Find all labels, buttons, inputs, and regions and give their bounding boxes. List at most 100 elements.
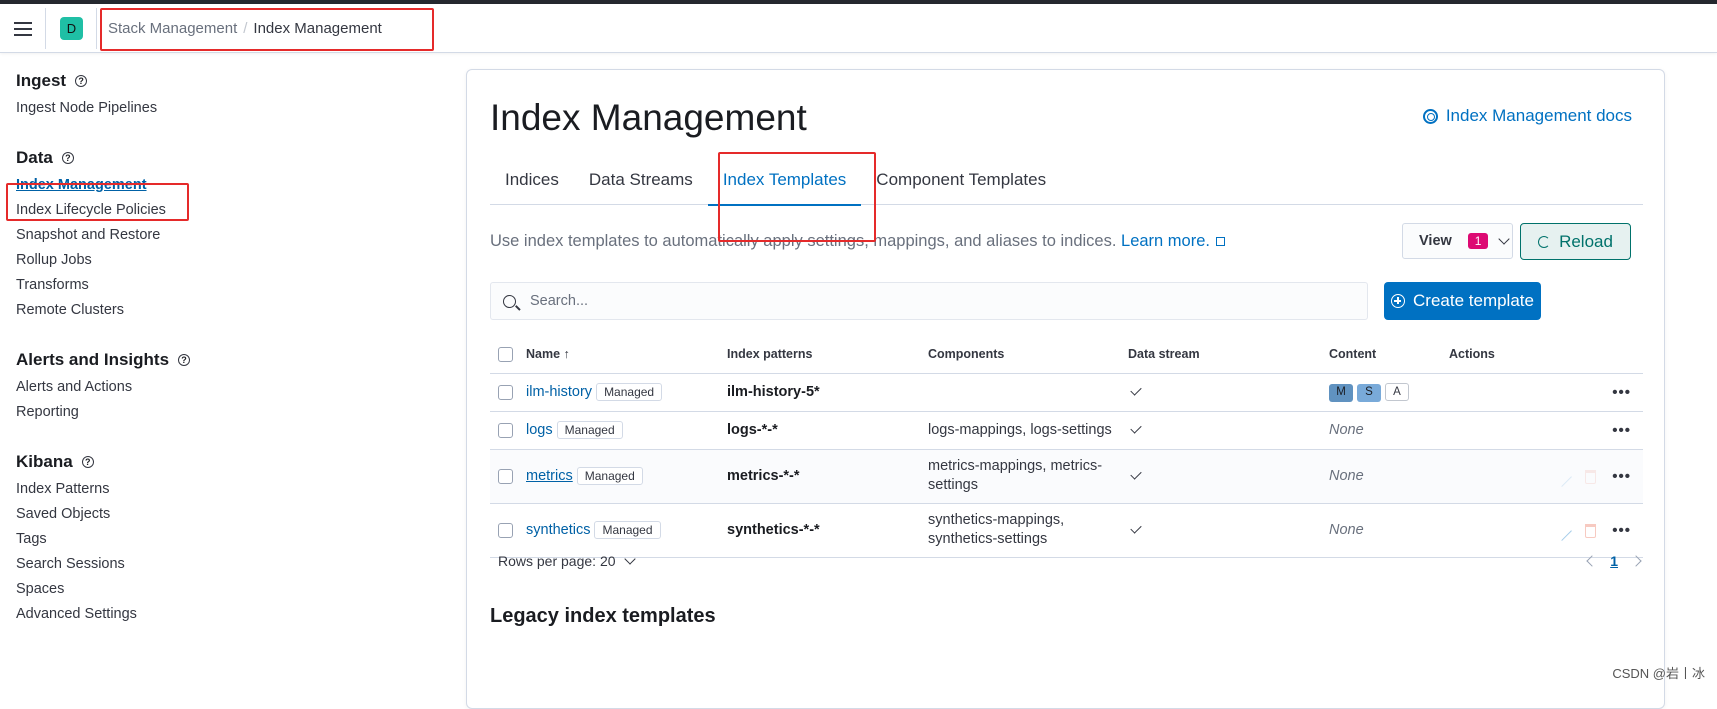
nav-group-kibana: Kibana? Index Patterns Saved Objects Tag… — [16, 447, 436, 627]
template-name-link[interactable]: synthetics — [526, 522, 590, 538]
content-settings-badge: S — [1357, 383, 1381, 402]
components-cell: synthetics-mappings, synthetics-settings — [928, 512, 1065, 547]
nav-group-ingest: Ingest? Ingest Node Pipelines — [16, 66, 436, 121]
next-page-icon[interactable] — [1630, 555, 1642, 567]
row-checkbox[interactable] — [498, 468, 513, 484]
more-actions-icon[interactable]: ••• — [1612, 422, 1631, 439]
row-checkbox[interactable] — [498, 384, 513, 400]
more-actions-icon[interactable]: ••• — [1612, 468, 1631, 485]
chevron-down-icon — [1498, 232, 1511, 245]
help-icon[interactable]: ? — [81, 456, 94, 468]
description-text: Use index templates to automatically app… — [490, 232, 1117, 250]
sidebar-item-index-lifecycle-policies[interactable]: Index Lifecycle Policies — [16, 198, 436, 223]
legacy-templates-heading: Legacy index templates — [490, 605, 716, 627]
previous-page-icon[interactable] — [1586, 555, 1598, 567]
docs-link[interactable]: Index Management docs — [1422, 106, 1632, 126]
managed-badge: Managed — [576, 467, 643, 485]
delete-icon[interactable] — [1585, 469, 1597, 484]
sidebar-item-tags[interactable]: Tags — [16, 527, 436, 552]
content-none: None — [1329, 422, 1364, 438]
table-row: metrics Managed metrics-*-* metrics-mappi… — [490, 449, 1643, 504]
sidebar-item-spaces[interactable]: Spaces — [16, 577, 436, 602]
rows-per-page-selector[interactable]: Rows per page: 20 — [498, 552, 636, 569]
external-link-icon — [1215, 237, 1225, 247]
reload-label: Reload — [1559, 231, 1613, 251]
header-divider — [96, 8, 97, 49]
template-name-link[interactable]: logs — [526, 422, 553, 438]
help-icon[interactable]: ? — [75, 75, 88, 87]
managed-badge: Managed — [594, 521, 661, 539]
table-row: logs Managed logs-*-* logs-mappings, logs… — [490, 411, 1643, 450]
help-icon[interactable]: ? — [61, 152, 74, 164]
breadcrumb-separator: / — [243, 20, 248, 37]
tab-indices[interactable]: Indices — [490, 155, 574, 205]
tab-component-templates[interactable]: Component Templates — [861, 155, 1061, 205]
reload-button[interactable]: Reload — [1520, 223, 1631, 260]
sidebar-item-index-management[interactable]: Index Management — [16, 173, 436, 198]
create-template-label: Create template — [1413, 291, 1534, 310]
table-header-row: Name ↑ Index patterns Components Data st… — [490, 336, 1643, 374]
search-bar — [490, 282, 1368, 320]
index-pattern: metrics-*-* — [727, 468, 800, 484]
column-header-actions: Actions — [1449, 336, 1643, 374]
sidebar-item-snapshot-and-restore[interactable]: Snapshot and Restore — [16, 223, 436, 248]
sidebar-item-index-patterns[interactable]: Index Patterns — [16, 477, 436, 502]
more-actions-icon[interactable]: ••• — [1612, 384, 1631, 401]
managed-badge: Managed — [596, 383, 663, 401]
tab-data-streams[interactable]: Data Streams — [574, 155, 708, 205]
nav-title-ingest: Ingest? — [16, 66, 436, 96]
learn-more-link[interactable]: Learn more. — [1121, 232, 1225, 250]
main-panel: Index Management Index Management docs I… — [466, 69, 1665, 709]
sidebar-item-advanced-settings[interactable]: Advanced Settings — [16, 602, 436, 627]
more-actions-icon[interactable]: ••• — [1612, 522, 1631, 539]
create-template-button[interactable]: Create template — [1384, 282, 1541, 320]
plus-in-circle-icon — [1391, 294, 1406, 308]
column-header-content: Content — [1329, 336, 1449, 374]
sidebar-item-reporting[interactable]: Reporting — [16, 400, 436, 425]
page-title: Index Management — [490, 97, 807, 138]
managed-badge: Managed — [556, 421, 623, 439]
content-none: None — [1329, 522, 1364, 538]
column-header-index-patterns: Index patterns — [727, 336, 928, 374]
nav-title-kibana: Kibana? — [16, 447, 436, 477]
sort-ascending-icon: ↑ — [563, 347, 570, 362]
edit-icon[interactable] — [1552, 466, 1573, 487]
edit-icon[interactable] — [1552, 520, 1573, 541]
check-icon — [1130, 422, 1142, 434]
sidebar-item-remote-clusters[interactable]: Remote Clusters — [16, 298, 436, 323]
tab-index-templates[interactable]: Index Templates — [707, 155, 862, 206]
table-row: synthetics Managed synthetics-*-* synthet… — [490, 503, 1643, 558]
help-icon[interactable]: ? — [178, 354, 191, 366]
row-checkbox[interactable] — [498, 422, 513, 438]
column-header-data-stream: Data stream — [1128, 336, 1329, 374]
breadcrumb-stack-management[interactable]: Stack Management — [108, 20, 237, 37]
template-name-link[interactable]: ilm-history — [526, 384, 592, 400]
column-header-name[interactable]: Name ↑ — [526, 336, 727, 374]
row-checkbox[interactable] — [498, 522, 513, 538]
search-input[interactable] — [530, 293, 1330, 309]
templates-table: Name ↑ Index patterns Components Data st… — [490, 336, 1643, 558]
description: Use index templates to automatically app… — [490, 232, 1225, 251]
template-name-link[interactable]: metrics — [526, 468, 573, 484]
content-none: None — [1329, 468, 1364, 484]
breadcrumb-index-management: Index Management — [253, 20, 382, 37]
content-aliases-badge: A — [1385, 382, 1409, 401]
menu-icon[interactable] — [14, 22, 32, 36]
sidebar-item-ingest-node-pipelines[interactable]: Ingest Node Pipelines — [16, 96, 436, 121]
column-header-components: Components — [928, 336, 1128, 374]
page-number[interactable]: 1 — [1610, 553, 1618, 569]
sidebar-item-search-sessions[interactable]: Search Sessions — [16, 552, 436, 577]
index-pattern: synthetics-*-* — [727, 522, 820, 538]
sidebar-item-transforms[interactable]: Transforms — [16, 273, 436, 298]
view-filter-button[interactable]: View 1 — [1402, 223, 1513, 259]
sidebar-item-saved-objects[interactable]: Saved Objects — [16, 502, 436, 527]
pagination: 1 — [1586, 553, 1642, 569]
select-all-checkbox[interactable] — [498, 346, 513, 362]
sidebar-item-rollup-jobs[interactable]: Rollup Jobs — [16, 248, 436, 273]
refresh-icon — [1538, 235, 1551, 248]
sidebar-item-alerts-and-actions[interactable]: Alerts and Actions — [16, 375, 436, 400]
nav-group-alerts-and-insights: Alerts and Insights? Alerts and Actions … — [16, 345, 436, 425]
space-avatar[interactable]: D — [60, 17, 83, 40]
check-icon — [1130, 384, 1142, 396]
delete-icon[interactable] — [1585, 523, 1597, 538]
